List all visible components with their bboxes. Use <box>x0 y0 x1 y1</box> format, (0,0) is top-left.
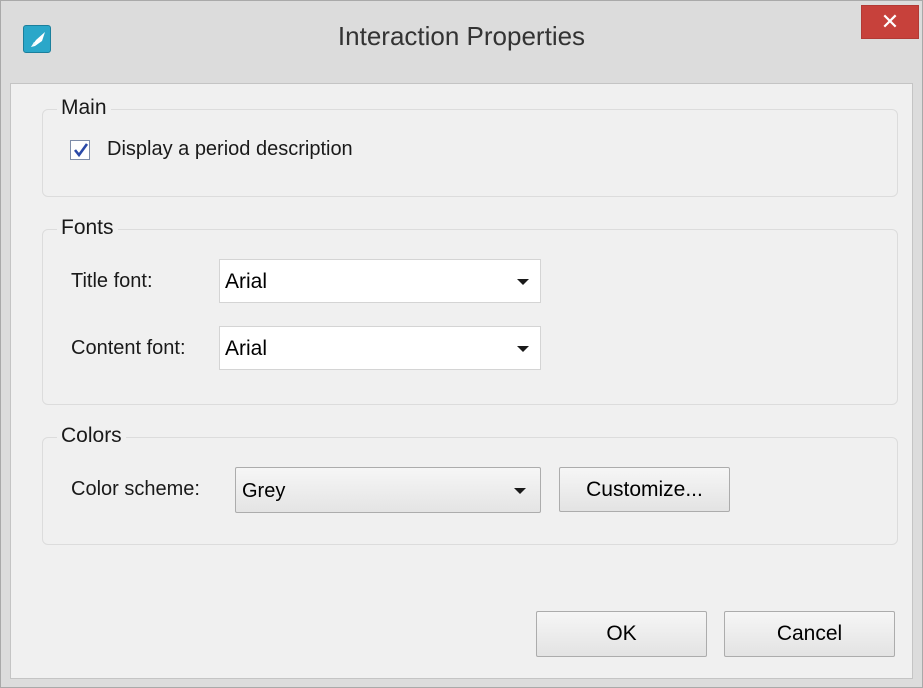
window-title: Interaction Properties <box>337 21 586 51</box>
title-font-label: Title font: <box>71 270 153 292</box>
display-period-description-checkbox[interactable] <box>70 140 90 160</box>
title-bar[interactable]: Interaction Properties ✕ <box>1 1 922 83</box>
dialog-content: Main Display a period description Fonts … <box>10 83 913 679</box>
dialog-window: Interaction Properties ✕ Main Display a … <box>0 0 923 688</box>
content-font-select[interactable]: Arial <box>219 326 541 370</box>
color-scheme-value: Grey <box>242 480 286 502</box>
main-group: Main Display a period description <box>42 96 898 197</box>
fonts-group-label: Fonts <box>57 216 118 240</box>
main-group-label: Main <box>57 96 111 120</box>
chevron-down-icon <box>517 279 529 285</box>
close-button[interactable]: ✕ <box>861 5 919 39</box>
content-font-label: Content font: <box>71 337 186 359</box>
close-icon: ✕ <box>880 9 900 34</box>
chevron-down-icon <box>517 346 529 352</box>
colors-group-label: Colors <box>57 424 126 448</box>
content-font-value: Arial <box>225 337 268 360</box>
cancel-button[interactable]: Cancel <box>724 611 895 657</box>
title-font-select[interactable]: Arial <box>219 259 541 303</box>
display-period-description-label[interactable]: Display a period description <box>107 138 353 161</box>
checkmark-icon <box>73 143 89 158</box>
chevron-down-icon <box>514 488 526 494</box>
colors-group: Colors Color scheme: Grey Customize... <box>42 424 898 545</box>
color-scheme-select[interactable]: Grey <box>235 467 541 513</box>
customize-button[interactable]: Customize... <box>559 467 730 512</box>
fonts-group: Fonts Title font: Arial Content font: Ar… <box>42 216 898 405</box>
ok-button[interactable]: OK <box>536 611 707 657</box>
title-font-value: Arial <box>225 270 268 293</box>
color-scheme-label: Color scheme: <box>71 478 200 500</box>
